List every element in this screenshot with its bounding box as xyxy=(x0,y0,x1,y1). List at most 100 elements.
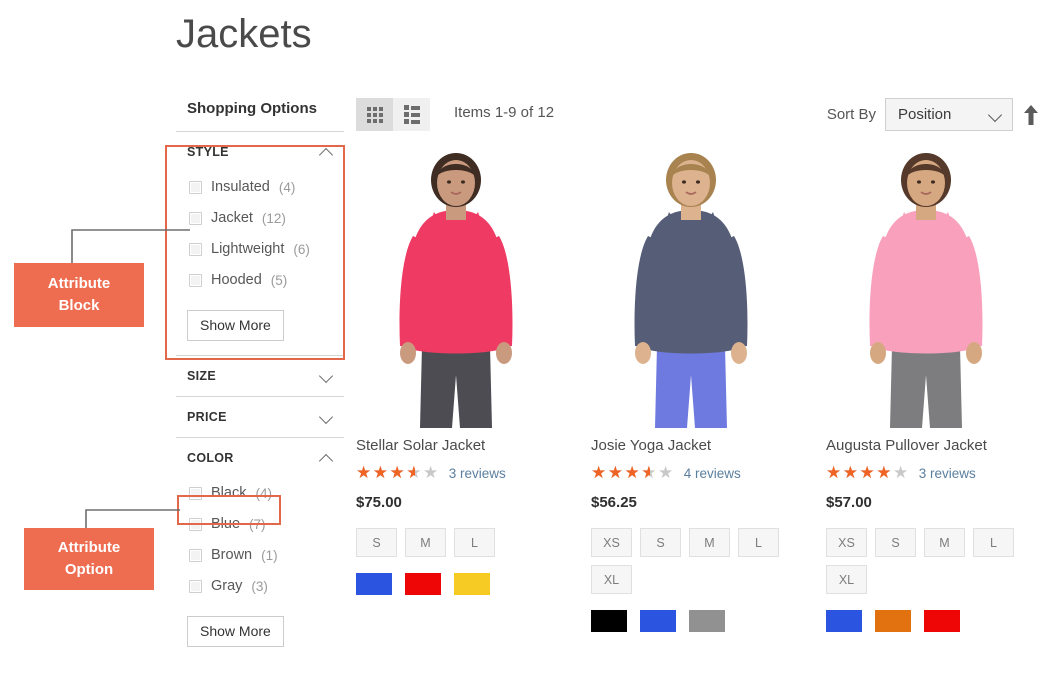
color-swatch[interactable] xyxy=(689,610,725,632)
sort-controls: Sort By Position xyxy=(827,98,1040,131)
product-price: $57.00 xyxy=(826,494,872,511)
product-card[interactable]: Augusta Pullover Jacket ★★★★★★★★★★ 3 revie… xyxy=(826,150,1061,632)
sidebar-heading: Shopping Options xyxy=(187,100,317,117)
filter-title: PRICE xyxy=(187,410,227,424)
size-swatch[interactable]: L xyxy=(738,528,779,557)
sort-direction-button[interactable] xyxy=(1022,104,1040,126)
show-more-button[interactable]: Show More xyxy=(187,310,284,341)
chevron-up-icon xyxy=(320,145,334,159)
color-swatch[interactable] xyxy=(875,610,911,632)
view-mode-switcher xyxy=(356,98,430,131)
size-swatch[interactable]: XS xyxy=(826,528,867,557)
filter-option[interactable]: Blue (7) xyxy=(187,509,344,540)
color-swatch[interactable] xyxy=(591,610,627,632)
color-swatch[interactable] xyxy=(924,610,960,632)
filter-option-label: Lightweight xyxy=(211,241,285,257)
chevron-down-icon xyxy=(320,369,334,383)
size-swatch[interactable]: XL xyxy=(826,565,867,594)
size-swatch[interactable]: S xyxy=(875,528,916,557)
filter-option-label: Gray xyxy=(211,578,243,594)
color-swatch[interactable] xyxy=(454,573,490,595)
filter-option-count: (1) xyxy=(261,548,278,563)
color-swatch[interactable] xyxy=(356,573,392,595)
filter-title: STYLE xyxy=(187,145,229,159)
product-image[interactable] xyxy=(826,150,1026,428)
checkbox-icon[interactable] xyxy=(189,518,202,531)
sort-by-value: Position xyxy=(898,106,952,123)
product-image[interactable] xyxy=(356,150,556,428)
size-swatch[interactable]: S xyxy=(356,528,397,557)
page-title: Jackets xyxy=(176,12,312,56)
color-swatch-list xyxy=(591,610,826,632)
size-swatch[interactable]: XL xyxy=(591,565,632,594)
review-count-link[interactable]: 4 reviews xyxy=(684,466,741,481)
checkbox-icon[interactable] xyxy=(189,487,202,500)
filter-option[interactable]: Jacket (12) xyxy=(187,203,344,234)
product-image[interactable] xyxy=(591,150,791,428)
checkbox-icon[interactable] xyxy=(189,243,202,256)
review-count-link[interactable]: 3 reviews xyxy=(449,466,506,481)
show-more-button[interactable]: Show More xyxy=(187,616,284,647)
filter-option[interactable]: Insulated (4) xyxy=(187,172,344,203)
product-listing-page: Jackets Shopping Options STYLE Insulated (… xyxy=(0,0,1064,677)
size-swatch[interactable]: L xyxy=(973,528,1014,557)
filter-option-count: (4) xyxy=(255,486,272,501)
callout-line-2: Option xyxy=(64,561,114,578)
list-view-icon xyxy=(403,105,420,124)
product-card[interactable]: Josie Yoga Jacket ★★★★★★★★★★ 4 reviews $56.… xyxy=(591,150,826,632)
list-view-mode-button[interactable] xyxy=(393,98,430,131)
product-rating: ★★★★★★★★★★ 3 reviews xyxy=(826,465,1061,482)
size-swatch-list: SML xyxy=(356,528,556,557)
checkbox-icon[interactable] xyxy=(189,181,202,194)
review-count-link[interactable]: 3 reviews xyxy=(919,466,976,481)
size-swatch[interactable]: M xyxy=(405,528,446,557)
product-name[interactable]: Augusta Pullover Jacket xyxy=(826,436,1061,456)
filter-option[interactable]: Hooded (5) xyxy=(187,265,344,296)
product-price: $56.25 xyxy=(591,494,637,511)
filter-option-label: Jacket xyxy=(211,210,253,226)
size-swatch[interactable]: M xyxy=(924,528,965,557)
size-swatch[interactable]: M xyxy=(689,528,730,557)
product-name[interactable]: Josie Yoga Jacket xyxy=(591,436,826,456)
filter-block-style: STYLE Insulated (4) Jacket (12) Lightweight (6… xyxy=(176,131,344,355)
callout-line-1: Attribute xyxy=(47,275,111,292)
filter-header-price[interactable]: PRICE xyxy=(176,397,344,437)
filter-option-label: Brown xyxy=(211,547,253,563)
color-swatch[interactable] xyxy=(405,573,441,595)
product-photo-illustration xyxy=(826,150,1026,428)
product-card[interactable]: Stellar Solar Jacket ★★★★★★★★★★ 3 reviews $… xyxy=(356,150,591,632)
filter-option-list: Black (4) Blue (7) Brown (1) Gray (3) xyxy=(176,478,344,608)
sort-by-label: Sort By xyxy=(826,106,876,123)
callout-line-2: Block xyxy=(58,297,100,314)
checkbox-icon[interactable] xyxy=(189,549,202,562)
filter-option[interactable]: Lightweight (6) xyxy=(187,234,344,265)
filter-option[interactable]: Black (4) xyxy=(187,478,344,509)
filter-header-style[interactable]: STYLE xyxy=(176,132,344,172)
checkbox-icon[interactable] xyxy=(189,212,202,225)
product-rating: ★★★★★★★★★★ 3 reviews xyxy=(356,465,591,482)
grid-view-mode-button[interactable] xyxy=(356,98,393,131)
product-photo-illustration xyxy=(356,150,556,428)
size-swatch[interactable]: S xyxy=(640,528,681,557)
product-name[interactable]: Stellar Solar Jacket xyxy=(356,436,591,456)
filter-option[interactable]: Brown (1) xyxy=(187,540,344,571)
filter-option[interactable]: Gray (3) xyxy=(187,571,344,602)
checkbox-icon[interactable] xyxy=(189,580,202,593)
color-swatch[interactable] xyxy=(640,610,676,632)
filter-option-count: (5) xyxy=(270,273,288,288)
filter-option-label: Blue xyxy=(211,516,241,532)
filter-header-size[interactable]: SIZE xyxy=(176,356,344,396)
color-swatch[interactable] xyxy=(826,610,862,632)
size-swatch[interactable]: XS xyxy=(591,528,632,557)
sort-by-select[interactable]: Position xyxy=(885,98,1013,131)
size-swatch[interactable]: L xyxy=(454,528,495,557)
callout-attribute-option: Attribute Option xyxy=(24,528,154,590)
star-rating-icon: ★★★★★★★★★★ xyxy=(826,463,910,483)
filter-option-count: (7) xyxy=(249,517,266,532)
product-photo-illustration xyxy=(591,150,791,428)
product-toolbar: Items 1-9 of 12 Sort By Position xyxy=(356,98,1052,134)
filter-block-size: SIZE xyxy=(176,355,344,396)
checkbox-icon[interactable] xyxy=(189,274,202,287)
filter-header-color[interactable]: COLOR xyxy=(176,438,344,478)
filter-option-count: (3) xyxy=(251,579,268,594)
